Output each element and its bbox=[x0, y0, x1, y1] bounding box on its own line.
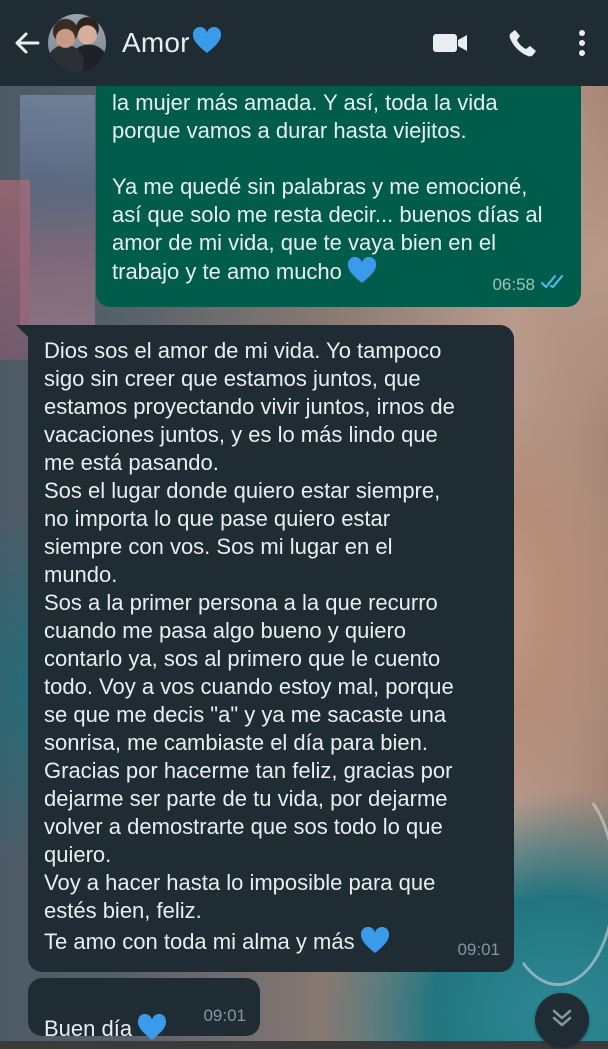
wallpaper-detail bbox=[20, 95, 95, 325]
message-line: Voy a hacer hasta lo imposible para que bbox=[44, 870, 436, 895]
message-line: Dios sos el amor de mi vida. Yo tampoco bbox=[44, 338, 442, 363]
incoming-message[interactable]: Dios sos el amor de mi vida. Yo tampoco s… bbox=[28, 325, 514, 972]
wallpaper-detail bbox=[500, 780, 608, 986]
message-line: cuando me pasa algo bueno y quiero bbox=[44, 618, 407, 643]
message-line: estés bien, feliz. bbox=[44, 898, 202, 923]
message-text-part: Ya me quedé sin palabras y me emocioné, … bbox=[112, 174, 543, 284]
message-line: sonrisa, me cambiaste el día para bien. bbox=[44, 730, 428, 755]
message-text-part: Te amo con toda mi alma y más bbox=[44, 929, 355, 954]
phone-call-icon[interactable] bbox=[508, 28, 538, 58]
message-text: Dios sos el amor de mi vida. Yo tampoco s… bbox=[44, 337, 498, 925]
message-line: Gracias por hacerme tan feliz, gracias p… bbox=[44, 758, 453, 783]
back-arrow-icon[interactable] bbox=[14, 30, 40, 56]
message-line: vacaciones juntos, y es lo más lindo que bbox=[44, 422, 438, 447]
message-text-part: Buen día bbox=[44, 1016, 133, 1041]
message-line: quiero. bbox=[44, 842, 112, 867]
outgoing-message[interactable]: la mujer más amada. Y así, toda la vida … bbox=[96, 86, 581, 307]
chat-header: Amor bbox=[0, 0, 608, 86]
message-line: mundo. bbox=[44, 562, 118, 587]
message-time: 09:01 bbox=[203, 1006, 246, 1025]
message-meta: 09:01 bbox=[457, 936, 500, 964]
message-line: Sos a la primer persona a la que recurro bbox=[44, 590, 438, 615]
message-line: se que me decis "a" y ya me sacaste una bbox=[44, 702, 447, 727]
message-text: Te amo con toda mi alma y más bbox=[44, 926, 498, 962]
message-text: la mujer más amada. Y así, toda la vida … bbox=[112, 90, 498, 143]
message-line: sigo sin creer que estamos juntos, que bbox=[44, 366, 421, 391]
blue-heart-icon bbox=[359, 926, 391, 962]
message-line: todo. Voy a vos cuando estoy mal, porque bbox=[44, 674, 454, 699]
scroll-to-bottom-button[interactable] bbox=[535, 993, 589, 1047]
more-options-icon[interactable] bbox=[578, 29, 586, 57]
blue-heart-icon bbox=[192, 26, 222, 60]
incoming-message[interactable]: Buen día 09:01 bbox=[28, 978, 260, 1041]
message-meta: 09:01 bbox=[203, 1002, 246, 1030]
message-time: 06:58 bbox=[492, 275, 535, 294]
read-double-check-icon bbox=[541, 271, 567, 299]
blue-heart-icon bbox=[346, 256, 378, 292]
message-line: me está pasando. bbox=[44, 450, 219, 475]
contact-avatar[interactable] bbox=[48, 14, 106, 72]
message-meta: 06:58 bbox=[492, 271, 567, 299]
message-line: contarlo ya, sos al primero que le cuent… bbox=[44, 646, 441, 671]
message-time: 09:01 bbox=[457, 940, 500, 959]
message-line: Sos el lugar donde quiero estar siempre, bbox=[44, 478, 441, 503]
contact-name-area[interactable]: Amor bbox=[122, 26, 432, 60]
message-line: no importa lo que pase quiero estar bbox=[44, 506, 391, 531]
message-line: estamos proyectando vivir juntos, irnos … bbox=[44, 394, 455, 419]
double-chevron-down-icon bbox=[551, 1008, 573, 1033]
blue-heart-icon bbox=[136, 1013, 168, 1049]
message-line: volver a demostrarte que sos todo lo que bbox=[44, 814, 443, 839]
message-line: dejarme ser parte de tu vida, por dejarm… bbox=[44, 786, 448, 811]
video-call-icon[interactable] bbox=[432, 31, 468, 55]
contact-name: Amor bbox=[122, 27, 190, 58]
message-line: siempre con vos. Sos mi lugar en el bbox=[44, 534, 393, 559]
